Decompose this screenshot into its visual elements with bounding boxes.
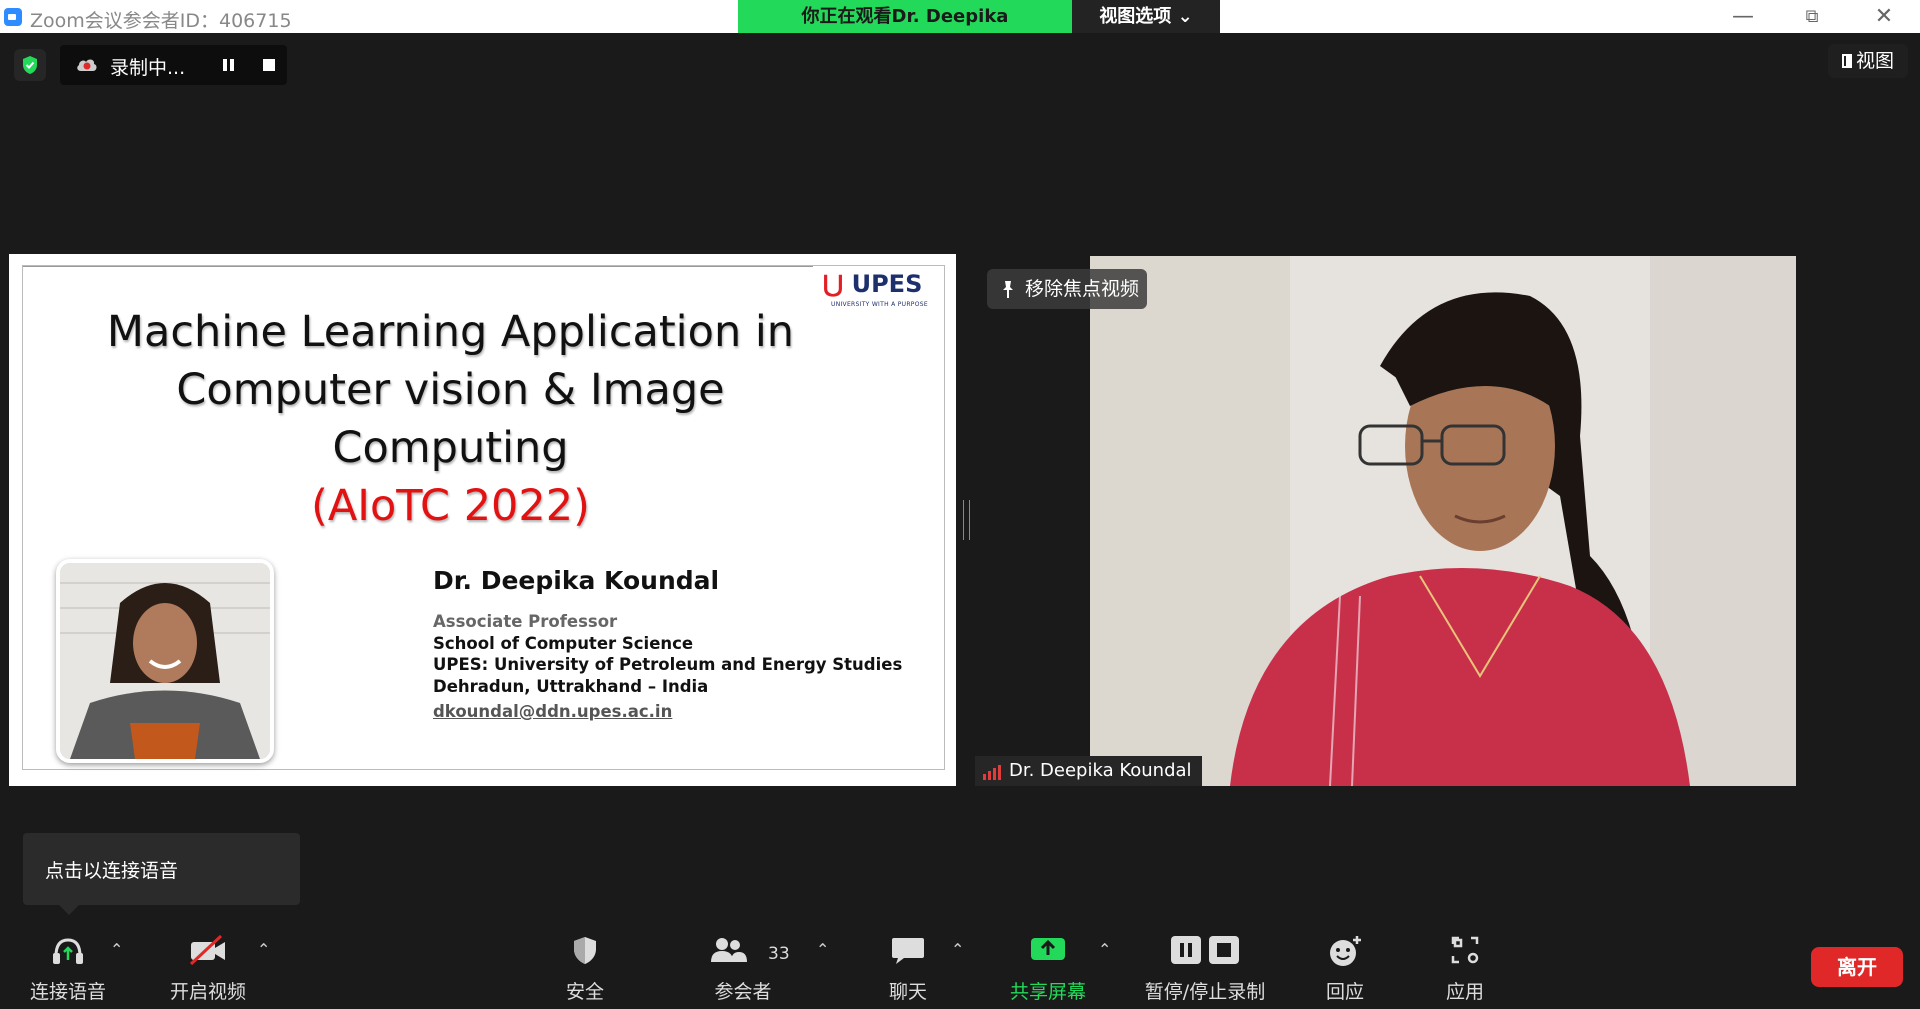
view-button[interactable]: 视图	[1828, 44, 1908, 78]
slide-frame: ⋃ UPES UNIVERSITY WITH A PURPOSE Machine…	[22, 265, 945, 770]
recording-label: 录制中...	[110, 57, 186, 79]
join-audio-label: 连接语音	[29, 981, 106, 1003]
chat-button[interactable]: 聊天	[858, 912, 958, 1009]
participant-name-tag: Dr. Deepika Koundal	[975, 756, 1202, 786]
chat-bubble-icon	[892, 938, 924, 964]
panel-splitter-handle[interactable]	[963, 500, 970, 540]
security-button[interactable]: 安全	[535, 912, 635, 1009]
participants-count: 33	[768, 944, 790, 964]
speaker-role: Associate Professor	[433, 612, 618, 631]
slide-divider	[23, 266, 813, 267]
zoom-logo-icon	[4, 8, 22, 26]
title-bar: Zoom会议参会者ID：406715 你正在观看Dr. Deepika Koun…	[0, 0, 1920, 60]
participants-label: 参会者	[714, 981, 772, 1003]
join-audio-button[interactable]: 连接语音	[18, 912, 118, 1009]
speaker-location: Dehradun, Uttrakhand – India	[433, 676, 709, 696]
view-options-button[interactable]: 视图选项 ⌄	[1072, 0, 1220, 33]
start-video-label: 开启视频	[169, 981, 246, 1003]
pause-stop-recording-button[interactable]: 暂停/停止录制	[1140, 912, 1270, 1009]
slide-title: Machine Learning Application in Computer…	[106, 307, 795, 531]
signal-strength-icon	[983, 765, 1001, 780]
tooltip-text: 点击以连接语音	[45, 860, 179, 882]
share-options-chevron-icon[interactable]: ⌃	[1098, 940, 1111, 959]
speaker-photo	[56, 559, 274, 763]
security-shield-icon	[574, 937, 596, 964]
minimize-icon[interactable]: —	[1723, 4, 1763, 29]
upes-logo: ⋃ UPES	[823, 270, 923, 298]
recording-indicator: 录制中...	[60, 45, 287, 85]
participant-name: Dr. Deepika Koundal	[1009, 760, 1192, 781]
connect-audio-tooltip: 点击以连接语音	[23, 833, 300, 915]
close-icon[interactable]: ✕	[1864, 4, 1904, 29]
video-off-icon	[189, 934, 225, 966]
apps-icon	[1451, 936, 1479, 964]
pin-icon	[1003, 281, 1013, 298]
speaker-university: UPES: University of Petroleum and Energy…	[433, 655, 903, 674]
leave-meeting-button[interactable]: 离开	[1811, 947, 1903, 987]
start-video-button[interactable]: 开启视频	[158, 912, 258, 1009]
stop-recording-icon[interactable]	[263, 59, 275, 71]
participant-video-feed	[1090, 256, 1796, 786]
chat-label: 聊天	[888, 981, 927, 1003]
share-banner: 你正在观看Dr. Deepika Koundal的屏幕 视图选项 ⌄	[738, 0, 1220, 60]
share-screen-icon	[1031, 938, 1065, 960]
video-panel: 移除焦点视频 Dr. Deepika Koundal	[975, 256, 1796, 786]
cloud-record-icon	[77, 59, 97, 71]
shared-screen: ⋃ UPES UNIVERSITY WITH A PURPOSE Machine…	[9, 254, 956, 786]
reaction-smiley-icon	[1330, 936, 1361, 966]
share-screen-button[interactable]: 共享屏幕	[998, 912, 1098, 1009]
speaker-school: School of Computer Science	[433, 633, 694, 653]
meeting-toolbar: 连接语音 ⌃ 开启视频 ⌃ 安全 参会者 33 ⌃ 聊天 ⌃ 共享屏幕 ⌃ 暂停…	[0, 912, 1920, 1009]
speaker-info: Associate Professor School of Computer S…	[433, 611, 902, 723]
apps-label: 应用	[1445, 981, 1484, 1003]
reactions-label: 回应	[1325, 981, 1364, 1003]
security-label: 安全	[565, 981, 604, 1003]
pause-recording-icon[interactable]	[222, 57, 236, 73]
view-icon	[1841, 54, 1852, 68]
share-screen-label: 共享屏幕	[1009, 981, 1086, 1003]
view-button-label: 视图	[1855, 50, 1894, 72]
headphones-icon	[53, 938, 83, 964]
speaker-name: Dr. Deepika Koundal	[433, 566, 720, 595]
participants-icon	[711, 938, 747, 962]
encryption-shield-icon[interactable]	[14, 49, 46, 81]
record-controls-icon	[1171, 936, 1239, 964]
apps-button[interactable]: 应用	[1415, 912, 1515, 1009]
restore-icon[interactable]: ⧉	[1792, 6, 1832, 27]
chat-options-chevron-icon[interactable]: ⌃	[951, 940, 964, 959]
audio-options-chevron-icon[interactable]: ⌃	[110, 940, 123, 959]
unpin-video-button[interactable]: 移除焦点视频	[987, 269, 1147, 309]
video-options-chevron-icon[interactable]: ⌃	[257, 940, 270, 959]
unpin-video-label: 移除焦点视频	[1025, 278, 1140, 300]
pause-stop-recording-label: 暂停/停止录制	[1144, 981, 1266, 1003]
window-title: Zoom会议参会者ID：406715	[30, 10, 292, 32]
reactions-button[interactable]: 回应	[1295, 912, 1395, 1009]
participants-options-chevron-icon[interactable]: ⌃	[816, 940, 829, 959]
speaker-email-link[interactable]: dkoundal@ddn.upes.ac.in	[433, 701, 902, 723]
viewing-screen-label: 你正在观看Dr. Deepika Koundal的屏幕	[738, 0, 1072, 60]
